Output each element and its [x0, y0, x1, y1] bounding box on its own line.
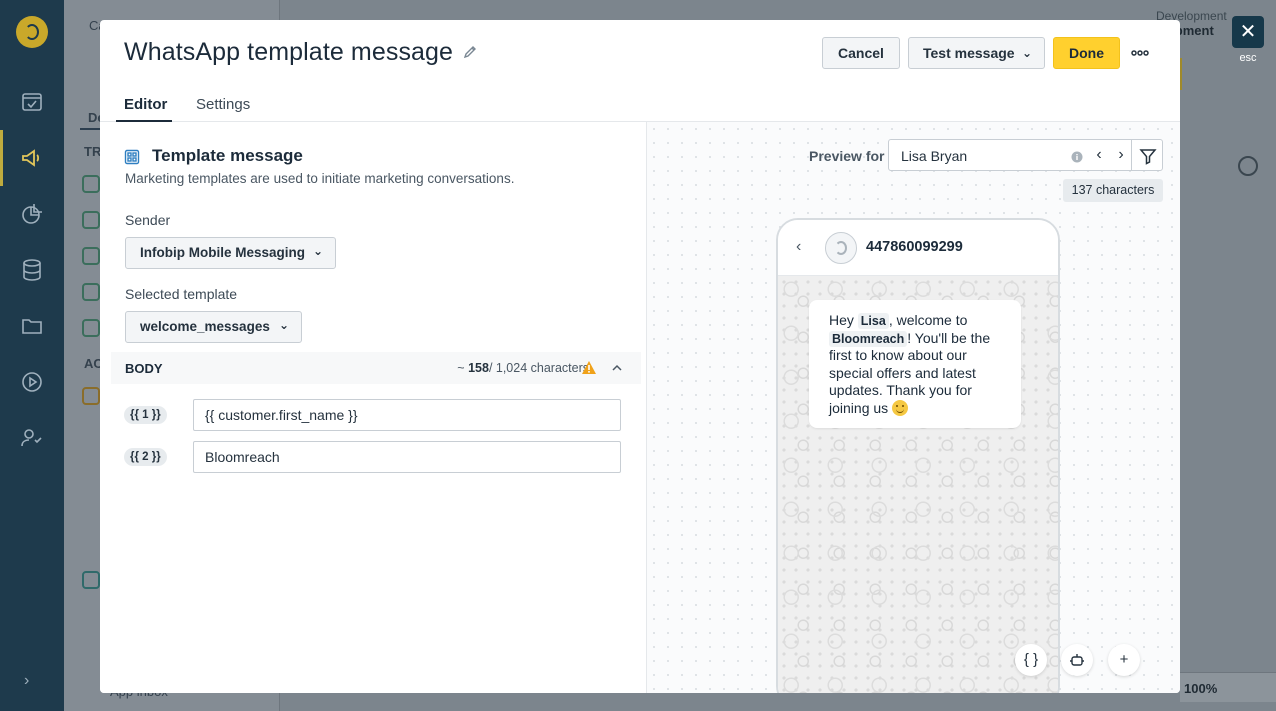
app-nav-rail: › [0, 0, 64, 711]
info-icon[interactable] [1071, 150, 1083, 163]
template-value: welcome_messages [140, 319, 270, 334]
background-section-label: TR [84, 144, 102, 159]
variable-chip: {{ 1 }} [124, 406, 167, 424]
variable-chip: {{ 2 }} [124, 448, 167, 466]
chat-header: ‹ 447860099299 [778, 220, 1058, 276]
phone-preview: ‹ 447860099299 Hey Lisa, welcome to Bloo… [776, 218, 1060, 693]
chat-background: Hey Lisa, welcome to Bloomreach! You'll … [778, 276, 1058, 693]
expand-rail-icon[interactable]: › [24, 672, 40, 689]
preview-character-count: 137 characters [1063, 179, 1163, 202]
braces-icon: { } [1023, 651, 1039, 668]
variable-value-brand: Bloomreach [829, 330, 908, 347]
test-message-button[interactable]: Test message ⌄ [908, 37, 1045, 69]
play-icon[interactable] [20, 370, 44, 394]
modal-title: WhatsApp template message [124, 38, 454, 66]
template-label: Selected template [125, 286, 238, 302]
background-item-icon [82, 571, 100, 589]
background-item-icon [82, 283, 100, 301]
done-button[interactable]: Done [1053, 37, 1120, 69]
modal-header: WhatsApp template message Cancel Test me… [100, 20, 1180, 122]
dashboard-icon[interactable] [20, 90, 44, 114]
chevron-left-icon: ‹ [796, 238, 802, 255]
body-label: BODY [125, 361, 163, 376]
whatsapp-template-modal: WhatsApp template message Cancel Test me… [100, 20, 1180, 693]
section-description: Marketing templates are used to initiate… [125, 171, 515, 186]
chevron-down-icon: ⌄ [278, 318, 289, 332]
add-content-button[interactable]: + [1108, 644, 1140, 676]
preview-for-label: Preview for [809, 148, 885, 164]
sender-label: Sender [125, 212, 171, 228]
template-dropdown[interactable]: welcome_messages ⌄ [125, 311, 302, 343]
warning-icon [581, 360, 597, 375]
variable-input-1[interactable]: {{ customer.first_name }} [193, 399, 621, 431]
folder-icon[interactable] [20, 314, 44, 338]
pencil-icon[interactable] [462, 44, 478, 60]
rail-active-indicator [0, 130, 3, 186]
analytics-icon[interactable] [20, 202, 44, 226]
background-item-icon [82, 211, 100, 229]
more-options-icon[interactable] [1131, 46, 1149, 58]
campaigns-icon[interactable] [20, 146, 44, 170]
search-icon [1238, 156, 1258, 176]
robot-icon [1070, 654, 1084, 666]
chevron-up-icon[interactable] [611, 361, 623, 373]
code-button[interactable]: { } [1015, 644, 1047, 676]
cancel-button[interactable]: Cancel [822, 37, 900, 69]
preview-customer-select[interactable]: Lisa Bryan ‹ › [888, 139, 1132, 171]
tab-settings[interactable]: Settings [188, 84, 268, 122]
data-icon[interactable] [20, 258, 44, 282]
sender-dropdown[interactable]: Infobip Mobile Messaging ⌄ [125, 237, 336, 269]
sender-value: Infobip Mobile Messaging [140, 245, 305, 260]
plus-icon: + [1119, 651, 1129, 668]
tab-editor[interactable]: Editor [116, 84, 172, 122]
filter-icon [1139, 149, 1157, 165]
next-customer-icon[interactable]: › [1113, 146, 1129, 164]
test-message-label: Test message [923, 45, 1015, 61]
zoom-indicator: 100% [1180, 672, 1276, 702]
background-item-icon [82, 319, 100, 337]
contact-number: 447860099299 [866, 239, 963, 255]
chevron-down-icon: ⌄ [312, 244, 323, 258]
variable-value-name: Lisa [857, 313, 889, 329]
avatar [825, 232, 857, 264]
message-bubble: Hey Lisa, welcome to Bloomreach! You'll … [809, 300, 1021, 428]
chevron-down-icon: ⌄ [1021, 46, 1032, 60]
robot-button[interactable] [1061, 644, 1093, 676]
esc-hint: esc [1239, 52, 1257, 64]
background-item-icon [82, 247, 100, 265]
smile-emoji-icon [892, 399, 909, 416]
users-settings-icon[interactable] [20, 426, 44, 450]
preview-pane: Preview for Lisa Bryan ‹ › 137 character… [646, 122, 1180, 693]
background-item-icon [82, 387, 100, 405]
background-item-icon [82, 175, 100, 193]
variable-input-2[interactable]: Bloomreach [193, 441, 621, 473]
filter-button[interactable] [1131, 139, 1163, 171]
body-character-count: ~ 158/ 1,024 characters [457, 361, 589, 375]
template-grid-icon [124, 149, 140, 165]
preview-customer-name: Lisa Bryan [901, 148, 968, 164]
body-section-header[interactable]: BODY ~ 158/ 1,024 characters [111, 352, 641, 384]
close-icon: ✕ [1239, 21, 1257, 43]
zoom-level: 100% [1184, 681, 1218, 696]
editor-pane: Template message Marketing templates are… [100, 122, 646, 693]
app-logo[interactable] [16, 16, 48, 48]
close-modal-button[interactable]: ✕ [1232, 16, 1264, 48]
previous-customer-icon[interactable]: ‹ [1091, 146, 1107, 164]
section-title: Template message [152, 146, 303, 165]
